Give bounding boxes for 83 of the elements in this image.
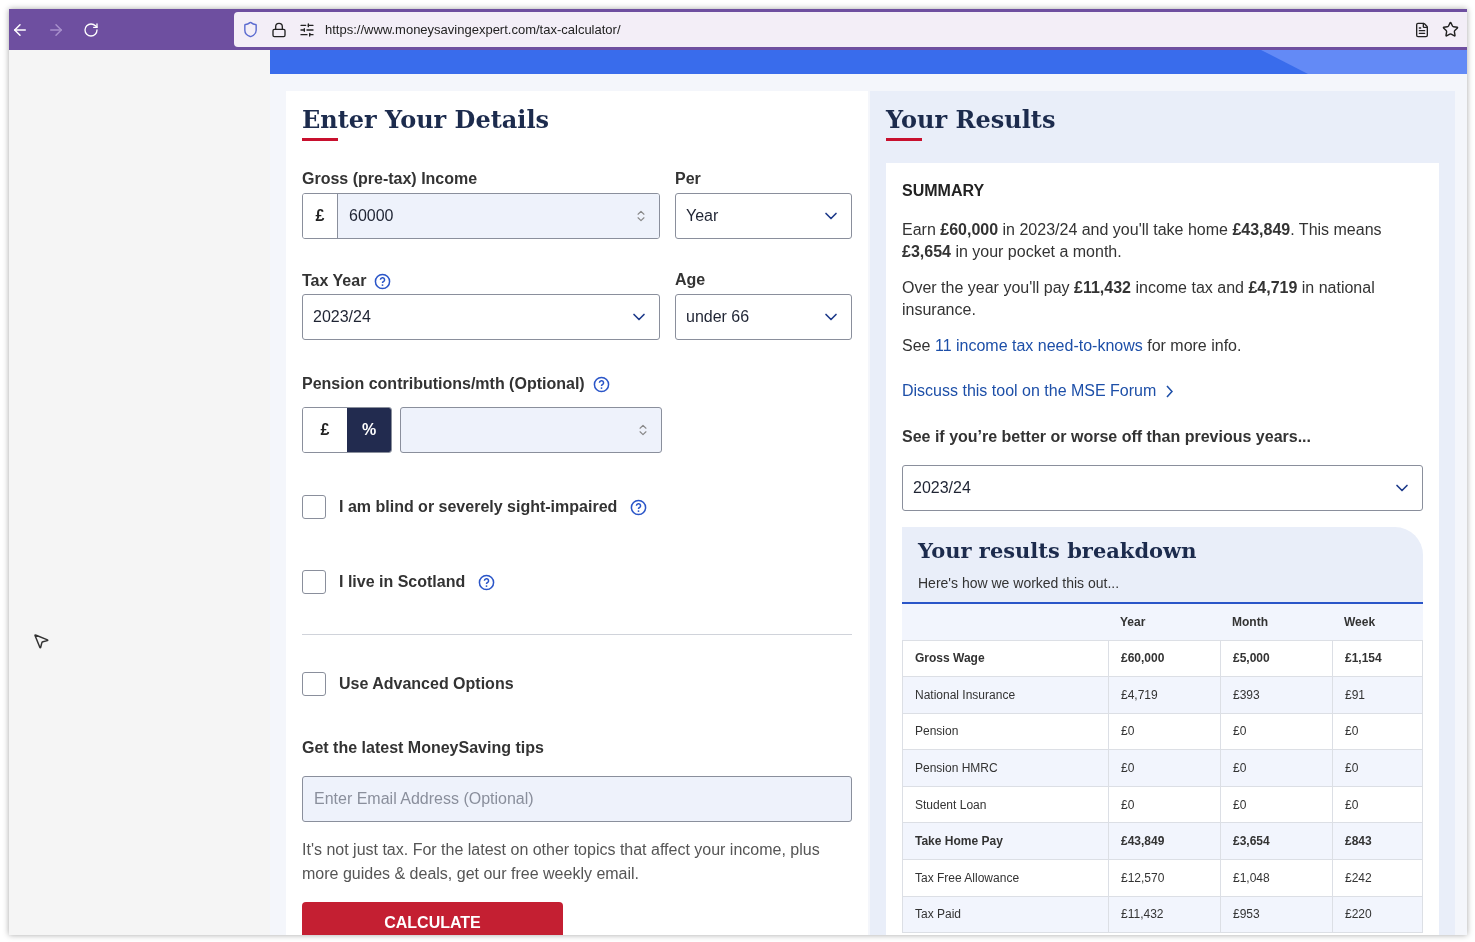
table-cell: £843: [1332, 822, 1423, 860]
compare-year-select[interactable]: 2023/24: [902, 465, 1423, 511]
field-label: Gross (pre-tax) Income: [302, 169, 479, 189]
table-cell: £0: [1108, 713, 1221, 750]
table-cell: £0: [1332, 713, 1423, 750]
table-cell: £1,048: [1220, 859, 1333, 897]
reload-icon[interactable]: [83, 21, 99, 38]
breakdown-title: Your results breakdown: [918, 537, 1198, 565]
table-cell: £0: [1332, 786, 1423, 823]
checkbox-label[interactable]: I am blind or severely sight-impaired: [339, 495, 618, 519]
field-label: Tax Year: [302, 271, 367, 291]
table-cell: Tax Free Allowance: [902, 859, 1109, 897]
checkbox[interactable]: [302, 672, 326, 696]
newsletter-heading: Get the latest MoneySaving tips: [302, 738, 545, 758]
table-cell: £220: [1332, 896, 1423, 933]
table-cell: £393: [1220, 676, 1333, 714]
summary-heading: SUMMARY: [902, 181, 986, 201]
compare-label: See if you’re better or worse off than previous years...: [902, 427, 1312, 447]
chevron-right-icon: [1166, 384, 1174, 398]
details-title: Enter Your Details: [302, 105, 551, 135]
reader-view-icon[interactable]: [1414, 21, 1430, 38]
unit-toggle[interactable]: %: [347, 408, 391, 452]
field-label: Pension contributions/mth (Optional): [302, 374, 585, 394]
field-label: Per: [675, 169, 702, 189]
table-cell: £0: [1108, 786, 1221, 823]
table-cell: Pension: [902, 713, 1109, 750]
info-link[interactable]: 11 income tax need-to-knows: [934, 337, 1143, 354]
table-cell: £1,154: [1332, 640, 1423, 677]
summary-text: Earn £60,000 in 2023/24 and you'll take home £43,849. This means £3,654 in your pocket a month.: [902, 220, 1383, 262]
help-icon[interactable]: [592, 375, 610, 393]
period-select[interactable]: Year: [675, 193, 852, 239]
column-header: Month: [1231, 613, 1269, 631]
checkbox[interactable]: [302, 495, 326, 519]
summary-text: Over the year you'll pay £11,432 income tax and £4,719 in national insurance.: [902, 278, 1376, 320]
email-field[interactable]: Enter Email Address (Optional): [302, 776, 852, 822]
table-cell: £91: [1332, 676, 1423, 714]
breakdown-subtitle: Here's how we worked this out...: [918, 573, 1121, 593]
forum-link[interactable]: Discuss this tool on the MSE Forum: [902, 379, 1157, 403]
income-field[interactable]: £ 60000: [302, 193, 660, 239]
help-icon[interactable]: [630, 498, 648, 516]
field-label: Age: [675, 270, 707, 290]
permissions-icon[interactable]: [299, 21, 315, 38]
table-cell: £5,000: [1220, 640, 1333, 677]
table-cell: National Insurance: [902, 676, 1109, 714]
table-cell: £0: [1332, 749, 1423, 787]
table-cell: £953: [1220, 896, 1333, 933]
url-text[interactable]: https://www.moneysavingexpert.com/tax-calculator/: [325, 19, 621, 40]
table-cell: Pension HMRC: [902, 749, 1109, 787]
table-cell: £0: [1220, 713, 1333, 750]
pension-field[interactable]: [400, 407, 662, 453]
summary-text: See 11 income tax need-to-knows for more info.: [902, 336, 1243, 356]
table-cell: £0: [1108, 749, 1221, 787]
checkbox[interactable]: [302, 570, 326, 594]
help-icon[interactable]: [478, 573, 496, 591]
age-select[interactable]: under 66: [675, 294, 852, 340]
calculate-button[interactable]: CALCULATE: [302, 902, 563, 935]
tax-year-select[interactable]: 2023/24: [302, 294, 660, 340]
table-cell: Take Home Pay: [902, 822, 1109, 860]
table-cell: £4,719: [1108, 676, 1221, 714]
table-cell: £43,849: [1108, 822, 1221, 860]
shield-icon[interactable]: [242, 21, 259, 38]
column-header: Week: [1343, 613, 1377, 631]
help-icon[interactable]: [374, 272, 392, 290]
table-cell: Tax Paid: [902, 896, 1109, 933]
table-cell: £0: [1220, 786, 1333, 823]
checkbox-label[interactable]: Use Advanced Options: [339, 672, 514, 696]
address-bar[interactable]: https://www.moneysavingexpert.com/tax-calculator/: [234, 12, 1467, 47]
column-header: Year: [1119, 613, 1147, 631]
currency-prefix: £: [303, 194, 338, 238]
table-cell: £11,432: [1108, 896, 1221, 933]
lock-icon[interactable]: [271, 21, 287, 38]
bookmark-star-icon[interactable]: [1442, 21, 1459, 38]
results-title: Your Results: [886, 105, 1057, 135]
table-cell: £0: [1220, 749, 1333, 787]
mouse-cursor-icon: [32, 632, 50, 650]
table-cell: £242: [1332, 859, 1423, 897]
table-cell: £3,654: [1220, 822, 1333, 860]
table-cell: Student Loan: [902, 786, 1109, 823]
newsletter-text: It's not just tax. For the latest on other topics that affect your income, plus more guides & deals, get our free weekly email.: [302, 840, 821, 884]
table-cell: Gross Wage: [902, 640, 1109, 677]
table-cell: £12,570: [1108, 859, 1221, 897]
table-cell: £60,000: [1108, 640, 1221, 677]
checkbox-label[interactable]: I live in Scotland: [339, 570, 466, 594]
